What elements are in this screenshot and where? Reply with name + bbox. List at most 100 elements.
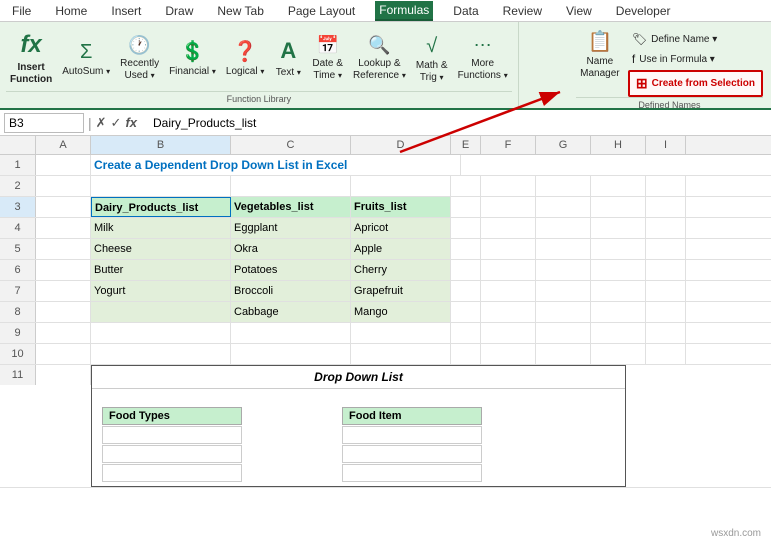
food-types-row1[interactable] bbox=[102, 426, 242, 444]
cell-b2[interactable] bbox=[91, 176, 231, 196]
cell-i3[interactable] bbox=[646, 197, 686, 217]
cell-f5[interactable] bbox=[481, 239, 536, 259]
col-header-a[interactable]: A bbox=[36, 136, 91, 154]
insert-function-button[interactable]: fx InsertFunction bbox=[6, 30, 56, 88]
cancel-icon[interactable]: ✗ bbox=[96, 115, 107, 131]
food-types-row2[interactable] bbox=[102, 445, 242, 463]
cell-i7[interactable] bbox=[646, 281, 686, 301]
cell-a10[interactable] bbox=[36, 344, 91, 364]
cell-e5[interactable] bbox=[451, 239, 481, 259]
cell-h6[interactable] bbox=[591, 260, 646, 280]
cell-h10[interactable] bbox=[591, 344, 646, 364]
cell-e9[interactable] bbox=[451, 323, 481, 343]
cell-h3[interactable] bbox=[591, 197, 646, 217]
cell-g2[interactable] bbox=[536, 176, 591, 196]
name-box[interactable] bbox=[4, 113, 84, 133]
cell-f3[interactable] bbox=[481, 197, 536, 217]
col-header-g[interactable]: G bbox=[536, 136, 591, 154]
cell-h8[interactable] bbox=[591, 302, 646, 322]
cell-i2[interactable] bbox=[646, 176, 686, 196]
cell-a1[interactable] bbox=[36, 155, 91, 175]
cell-e4[interactable] bbox=[451, 218, 481, 238]
cell-f7[interactable] bbox=[481, 281, 536, 301]
cell-c4[interactable]: Eggplant bbox=[231, 218, 351, 238]
more-functions-button[interactable]: ⋯ MoreFunctions ▾ bbox=[454, 30, 512, 88]
menu-file[interactable]: File bbox=[8, 2, 35, 20]
cell-d6[interactable]: Cherry bbox=[351, 260, 451, 280]
cell-d7[interactable]: Grapefruit bbox=[351, 281, 451, 301]
cell-i4[interactable] bbox=[646, 218, 686, 238]
cell-d9[interactable] bbox=[351, 323, 451, 343]
menu-draw[interactable]: Draw bbox=[161, 2, 197, 20]
cell-b5[interactable]: Cheese bbox=[91, 239, 231, 259]
cell-i10[interactable] bbox=[646, 344, 686, 364]
cell-b4[interactable]: Milk bbox=[91, 218, 231, 238]
cell-i6[interactable] bbox=[646, 260, 686, 280]
cell-g10[interactable] bbox=[536, 344, 591, 364]
menu-insert[interactable]: Insert bbox=[107, 2, 145, 20]
cell-f10[interactable] bbox=[481, 344, 536, 364]
col-header-h[interactable]: H bbox=[591, 136, 646, 154]
cell-c3[interactable]: Vegetables_list bbox=[231, 197, 351, 217]
cell-h5[interactable] bbox=[591, 239, 646, 259]
cell-a7[interactable] bbox=[36, 281, 91, 301]
cell-b10[interactable] bbox=[91, 344, 231, 364]
cell-a6[interactable] bbox=[36, 260, 91, 280]
col-header-e[interactable]: E bbox=[451, 136, 481, 154]
lookup-reference-button[interactable]: 🔍 Lookup &Reference ▾ bbox=[349, 30, 410, 88]
cell-a3[interactable] bbox=[36, 197, 91, 217]
cell-f8[interactable] bbox=[481, 302, 536, 322]
food-item-row2[interactable] bbox=[342, 445, 482, 463]
cell-h4[interactable] bbox=[591, 218, 646, 238]
menu-formulas[interactable]: Formulas bbox=[375, 1, 433, 21]
cell-a5[interactable] bbox=[36, 239, 91, 259]
formula-input[interactable] bbox=[151, 114, 767, 132]
cell-b3[interactable]: Dairy_Products_list bbox=[91, 197, 231, 217]
cell-d8[interactable]: Mango bbox=[351, 302, 451, 322]
cell-e2[interactable] bbox=[451, 176, 481, 196]
cell-a4[interactable] bbox=[36, 218, 91, 238]
cell-b7[interactable]: Yogurt bbox=[91, 281, 231, 301]
use-in-formula-button[interactable]: f Use in Formula ▾ bbox=[628, 50, 763, 68]
cell-d5[interactable]: Apple bbox=[351, 239, 451, 259]
cell-i9[interactable] bbox=[646, 323, 686, 343]
cell-g4[interactable] bbox=[536, 218, 591, 238]
cell-e7[interactable] bbox=[451, 281, 481, 301]
menu-home[interactable]: Home bbox=[51, 2, 91, 20]
cell-b6[interactable]: Butter bbox=[91, 260, 231, 280]
cell-d3[interactable]: Fruits_list bbox=[351, 197, 451, 217]
cell-g5[interactable] bbox=[536, 239, 591, 259]
col-header-c[interactable]: C bbox=[231, 136, 351, 154]
create-from-selection-button[interactable]: ⊞ Create from Selection bbox=[628, 70, 763, 97]
cell-f6[interactable] bbox=[481, 260, 536, 280]
cell-c9[interactable] bbox=[231, 323, 351, 343]
col-header-b[interactable]: B bbox=[91, 136, 231, 154]
cell-i5[interactable] bbox=[646, 239, 686, 259]
text-button[interactable]: A Text ▾ bbox=[270, 30, 306, 88]
cell-c7[interactable]: Broccoli bbox=[231, 281, 351, 301]
menu-pagelayout[interactable]: Page Layout bbox=[284, 2, 359, 20]
recently-used-button[interactable]: 🕐 RecentlyUsed ▾ bbox=[116, 30, 163, 88]
cell-h9[interactable] bbox=[591, 323, 646, 343]
cell-i8[interactable] bbox=[646, 302, 686, 322]
cell-d2[interactable] bbox=[351, 176, 451, 196]
cell-c2[interactable] bbox=[231, 176, 351, 196]
cell-g8[interactable] bbox=[536, 302, 591, 322]
menu-review[interactable]: Review bbox=[499, 2, 546, 20]
cell-e8[interactable] bbox=[451, 302, 481, 322]
cell-a8[interactable] bbox=[36, 302, 91, 322]
cell-d4[interactable]: Apricot bbox=[351, 218, 451, 238]
cell-b1[interactable]: Create a Dependent Drop Down List in Exc… bbox=[91, 155, 461, 175]
menu-newtab[interactable]: New Tab bbox=[213, 2, 267, 20]
cell-c8[interactable]: Cabbage bbox=[231, 302, 351, 322]
menu-developer[interactable]: Developer bbox=[612, 2, 675, 20]
cell-b8[interactable] bbox=[91, 302, 231, 322]
menu-data[interactable]: Data bbox=[449, 2, 482, 20]
cell-g9[interactable] bbox=[536, 323, 591, 343]
cell-f4[interactable] bbox=[481, 218, 536, 238]
cell-a2[interactable] bbox=[36, 176, 91, 196]
cell-e10[interactable] bbox=[451, 344, 481, 364]
menu-view[interactable]: View bbox=[562, 2, 596, 20]
col-header-i[interactable]: I bbox=[646, 136, 686, 154]
fx-icon[interactable]: fx bbox=[125, 115, 137, 130]
